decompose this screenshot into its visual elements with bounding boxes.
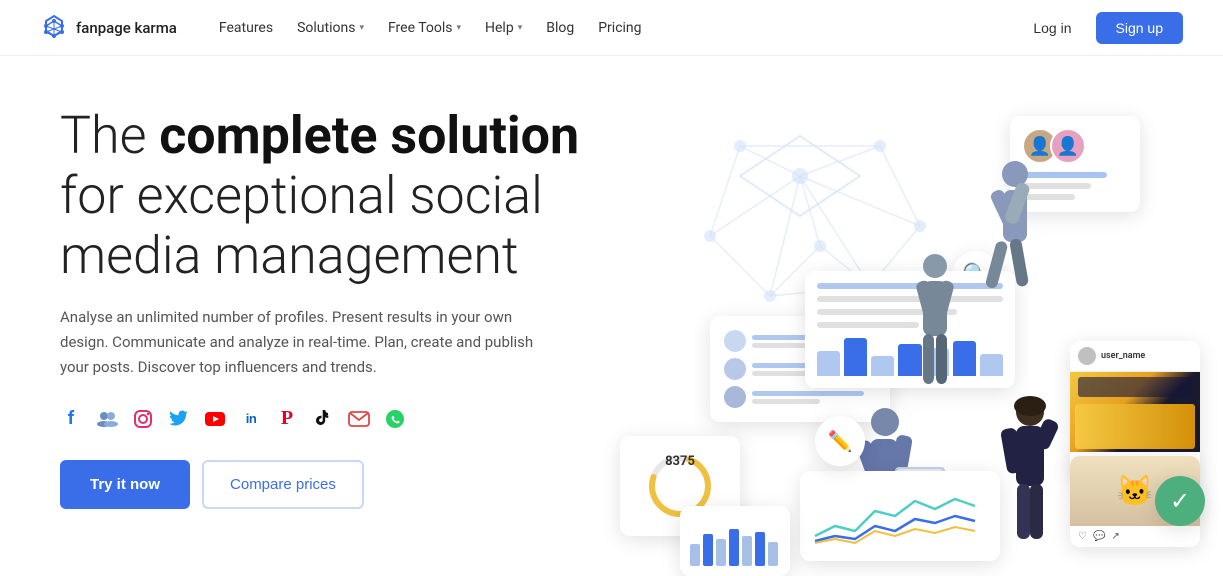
- chevron-down-icon: ▾: [359, 23, 364, 33]
- nav-features[interactable]: Features: [209, 14, 283, 42]
- hero-title: The complete solution for exceptional so…: [60, 106, 620, 285]
- nav-help[interactable]: Help ▾: [475, 14, 532, 42]
- facebook-icon: f: [60, 408, 82, 430]
- logo-icon: [40, 14, 68, 42]
- avatar: 👤: [1050, 128, 1086, 164]
- pencil-card: ✏️: [815, 416, 865, 466]
- like-icon: ♡: [1078, 531, 1087, 542]
- signup-button[interactable]: Sign up: [1096, 12, 1183, 44]
- logo-text: fanpage karma: [76, 19, 177, 37]
- person-right: [990, 392, 1070, 576]
- whatsapp-icon: [384, 408, 406, 430]
- hero-content: The complete solution for exceptional so…: [60, 96, 620, 509]
- tiktok-icon: [312, 408, 334, 430]
- chevron-down-icon: ▾: [518, 23, 523, 33]
- comment-icon: 💬: [1093, 531, 1105, 542]
- nav-links: Features Solutions ▾ Free Tools ▾ Help ▾…: [209, 14, 1021, 42]
- twitter-icon: [168, 408, 190, 430]
- person-walking: [975, 156, 1045, 320]
- pinterest-icon: P: [276, 408, 298, 430]
- hero-illustration: .nb-line{stroke:#a8c8f0;stroke-width:1.5…: [620, 96, 1220, 576]
- metric-value: 8375: [620, 454, 740, 469]
- hero-buttons: Try it now Compare prices: [60, 460, 620, 509]
- user-dot: [724, 330, 746, 352]
- chevron-down-icon: ▾: [456, 23, 461, 33]
- youtube-icon: [204, 408, 226, 430]
- nav-actions: Log in Sign up: [1021, 12, 1183, 44]
- social-icons-row: f in P: [60, 408, 620, 430]
- person-standing: [905, 251, 965, 415]
- photo-image: [1070, 372, 1200, 452]
- compare-prices-button[interactable]: Compare prices: [202, 460, 364, 509]
- share-icon: ↗: [1111, 531, 1119, 542]
- check-icon: ✓: [1170, 487, 1190, 515]
- cat-icon: 🐱: [1116, 474, 1153, 509]
- username: user_name: [1101, 351, 1145, 361]
- instagram-icon: [132, 408, 154, 430]
- groups-icon: [96, 408, 118, 430]
- user-dot: [724, 386, 746, 408]
- user-dot: [724, 358, 746, 380]
- hero-section: The complete solution for exceptional so…: [0, 56, 1223, 576]
- hero-description: Analyse an unlimited number of profiles.…: [60, 305, 560, 379]
- nav-solutions[interactable]: Solutions ▾: [287, 14, 374, 42]
- linkedin-icon: in: [240, 408, 262, 430]
- login-button[interactable]: Log in: [1021, 14, 1083, 42]
- nav-pricing[interactable]: Pricing: [588, 14, 651, 42]
- email-icon: [348, 408, 370, 430]
- check-card: ✓: [1155, 476, 1205, 526]
- bar-chart-card: [680, 506, 790, 576]
- nav-free-tools[interactable]: Free Tools ▾: [378, 14, 471, 42]
- logo-link[interactable]: fanpage karma: [40, 14, 177, 42]
- pencil-icon: ✏️: [828, 429, 853, 453]
- nav-blog[interactable]: Blog: [536, 14, 584, 42]
- avatar: [1078, 347, 1096, 365]
- navbar: fanpage karma Features Solutions ▾ Free …: [0, 0, 1223, 56]
- try-it-now-button[interactable]: Try it now: [60, 460, 190, 509]
